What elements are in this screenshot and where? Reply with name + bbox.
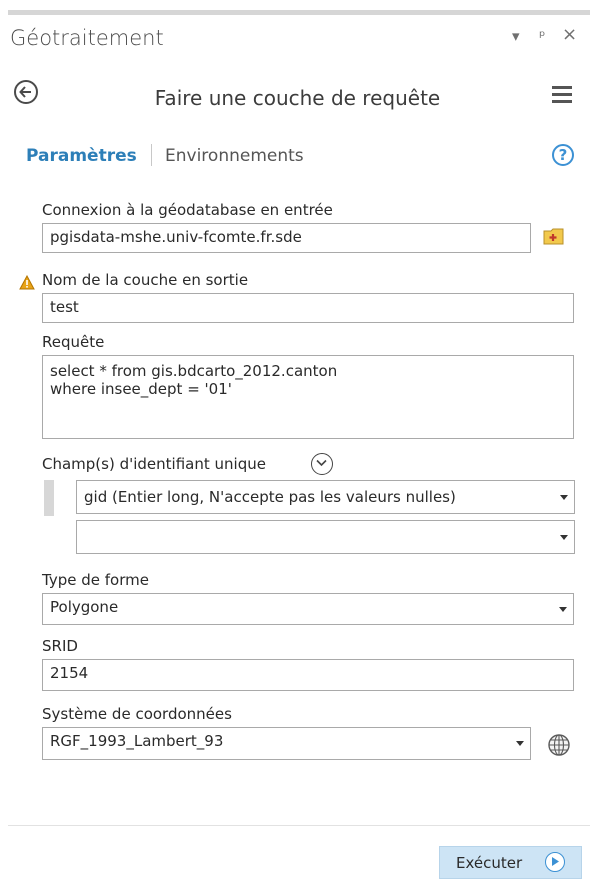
coordinate-system-select[interactable]: RGF_1993_Lambert_93 bbox=[42, 727, 531, 760]
pane-title: Géotraitement bbox=[10, 26, 164, 50]
query-line: where insee_dept = '01' bbox=[50, 380, 232, 398]
coordinate-system-value: RGF_1993_Lambert_93 bbox=[50, 732, 224, 750]
pane-menu-dropdown[interactable]: ▾ bbox=[512, 27, 520, 45]
top-strip bbox=[0, 0, 595, 10]
unique-id-selected: gid (Entier long, N'accepte pas les vale… bbox=[84, 488, 456, 506]
query-label: Requête bbox=[42, 333, 105, 351]
shape-type-value: Polygone bbox=[50, 598, 119, 616]
tab-divider bbox=[151, 144, 152, 166]
browse-folder-icon[interactable] bbox=[543, 226, 565, 250]
shape-type-select[interactable]: Polygone bbox=[42, 593, 574, 625]
chevron-down-icon bbox=[560, 535, 568, 540]
menu-icon[interactable] bbox=[552, 86, 572, 107]
footer-divider bbox=[8, 825, 590, 826]
unique-id-label: Champ(s) d'identifiant unique bbox=[42, 455, 266, 473]
srid-input[interactable]: 2154 bbox=[42, 659, 574, 691]
tab-parameters[interactable]: Paramètres bbox=[26, 146, 137, 166]
chevron-down-icon bbox=[516, 741, 524, 746]
unique-id-select[interactable]: gid (Entier long, N'accepte pas les vale… bbox=[76, 480, 575, 514]
tool-title: Faire une couche de requête bbox=[154, 86, 441, 110]
run-button-label: Exécuter bbox=[456, 854, 523, 872]
close-icon[interactable]: × bbox=[562, 24, 577, 45]
play-icon bbox=[545, 852, 565, 872]
connection-input[interactable]: pgisdata-mshe.univ-fcomte.fr.sde bbox=[42, 223, 531, 253]
chevron-down-icon[interactable] bbox=[311, 453, 333, 475]
query-textarea[interactable]: select * from gis.bdcarto_2012.canton wh… bbox=[42, 355, 574, 439]
srid-label: SRID bbox=[42, 637, 78, 655]
output-layer-label: Nom de la couche en sortie bbox=[42, 271, 249, 289]
pin-icon[interactable]: ᵖ bbox=[539, 27, 545, 45]
connection-label: Connexion à la géodatabase en entrée bbox=[42, 201, 333, 219]
chevron-down-icon bbox=[560, 495, 568, 500]
output-layer-input[interactable]: test bbox=[42, 293, 574, 323]
shape-type-label: Type de forme bbox=[42, 571, 149, 589]
run-button[interactable]: Exécuter bbox=[439, 846, 582, 879]
help-icon[interactable]: ? bbox=[552, 144, 574, 166]
tab-environments[interactable]: Environnements bbox=[165, 146, 304, 166]
chevron-down-icon bbox=[559, 607, 567, 612]
drag-handle[interactable] bbox=[44, 480, 54, 516]
warning-icon bbox=[19, 274, 35, 294]
unique-id-select-empty[interactable] bbox=[76, 520, 575, 554]
query-line: select * from gis.bdcarto_2012.canton bbox=[50, 362, 338, 380]
coordinate-system-label: Système de coordonnées bbox=[42, 705, 232, 723]
globe-icon[interactable] bbox=[547, 733, 571, 761]
